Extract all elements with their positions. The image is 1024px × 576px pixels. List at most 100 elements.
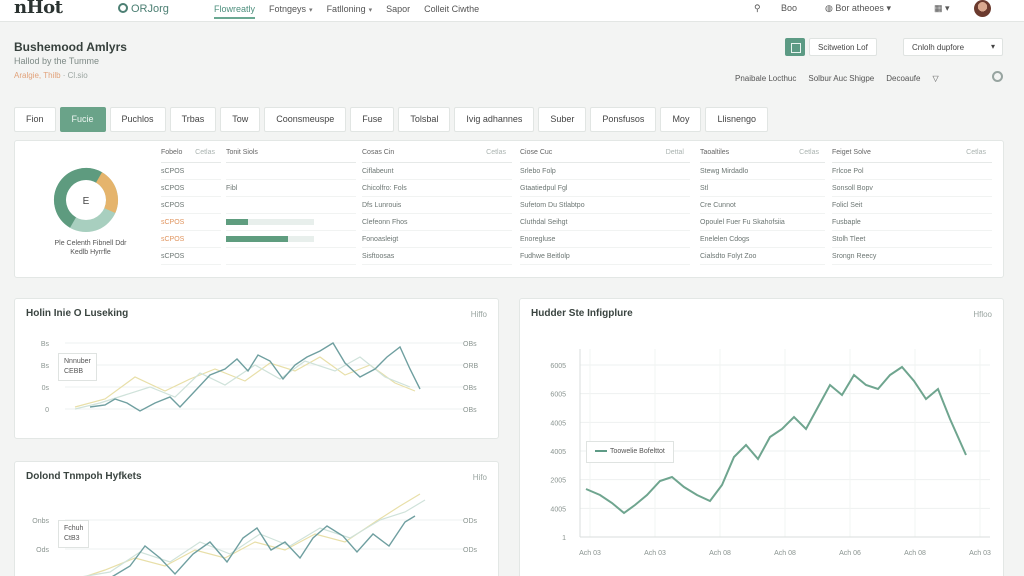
table-cell-text: sCPOS: [161, 185, 185, 192]
meta-primary: Aralgie, Thilb: [14, 71, 61, 80]
nav-item-2[interactable]: Fatlloning ▾: [327, 4, 373, 19]
pin-icon[interactable]: ⚲: [754, 3, 761, 14]
tab-8[interactable]: Ivig adhannes: [454, 107, 535, 132]
table-cell: [226, 197, 356, 214]
table-cell-text: Sufetom Du Stlabtpo: [520, 202, 585, 209]
nav-item-0[interactable]: Flowreatly: [214, 4, 256, 19]
sort-label[interactable]: Cetlas: [195, 149, 215, 162]
y-tick-label: 0: [45, 407, 49, 414]
workspace-switcher[interactable]: ORJorg: [118, 3, 169, 15]
filter-icon[interactable]: ▽: [932, 74, 938, 83]
table-cell-text: Fibl: [226, 185, 238, 192]
table-cell-text: Cialsdto Folyt Zoo: [700, 253, 757, 260]
y-tick-label: Onbs: [32, 518, 49, 525]
page-title: Bushemood Amlyrs: [14, 40, 127, 54]
y-tick-label: Bs: [41, 341, 50, 348]
table-cell: [226, 214, 356, 231]
table-cell-text: Stl: [700, 185, 709, 192]
tab-9[interactable]: Suber: [538, 107, 587, 132]
table-cell: Stl: [700, 180, 825, 197]
table-cell: [226, 231, 356, 248]
table-cell-text: Srlebo Folp: [520, 168, 556, 175]
table-header[interactable]: Feiget Solve Cetlas: [832, 149, 992, 163]
sort-label[interactable]: Dettal: [666, 149, 684, 162]
y-tick-label: 4005: [550, 420, 566, 427]
nav-item-label: Fatlloning: [326, 4, 366, 14]
sort-label[interactable]: Cetlas: [799, 149, 819, 162]
meta-secondary: Cl.sio: [67, 71, 88, 80]
header-link-2[interactable]: Decoaufe: [886, 74, 920, 83]
page-meta: Aralgie, Thilb · Cl.sio: [14, 71, 88, 80]
table-cell: Sisftoosas: [362, 248, 512, 265]
table-cell-text: Sonsoll Bopv: [832, 185, 873, 192]
tab-7[interactable]: Tolsbal: [398, 107, 451, 132]
filter-dropdown-value: Cnlolh dupfore: [912, 43, 965, 52]
tab-2[interactable]: Puchlos: [109, 107, 166, 132]
table-cell: Fonoasleigt: [362, 231, 512, 248]
table-cell: [226, 163, 356, 180]
table-cell: Folicl Seit: [832, 197, 992, 214]
tab-0[interactable]: Fion: [14, 107, 56, 132]
tab-11[interactable]: Moy: [660, 107, 702, 132]
series-line-main: [111, 515, 416, 576]
selection-field[interactable]: Scitwetion Lof: [809, 38, 877, 56]
donut-center-label: E: [83, 196, 90, 207]
nav-item-label: Flowreatly: [214, 4, 256, 14]
donut-caption: Ple Celenth Fibnell Ddr Kedlb Hyrrfle: [43, 239, 138, 257]
table-cell-text: Fudhwe Beitlolp: [520, 253, 570, 260]
y-tick-label: Bs: [41, 363, 50, 370]
sort-label[interactable]: Cetlas: [966, 149, 986, 162]
y-tick-label: 6005: [550, 392, 566, 399]
table-header[interactable]: Ciose Cuc Dettal: [520, 149, 690, 163]
tab-10[interactable]: Ponsfusos: [590, 107, 657, 132]
tab-1[interactable]: Fucie: [59, 107, 106, 132]
table-header-label: Tonit Siols: [226, 149, 258, 156]
table-cell: Clefeonn Fhos: [362, 214, 512, 231]
grid-menu[interactable]: ▦ ▾: [934, 3, 950, 14]
table-cell-text: Opoulel Fuer Fu Skahofsiia: [700, 219, 785, 226]
y-tick-label: 4005: [550, 449, 566, 456]
table-header[interactable]: Tonit Siols: [226, 149, 356, 163]
export-button[interactable]: [785, 38, 805, 56]
filter-dropdown[interactable]: Cnlolh dupfore ▾: [903, 38, 1003, 56]
nav-item-4[interactable]: Colleit Ciwthe: [424, 4, 479, 19]
x-tick-label: Ach 06: [839, 550, 861, 557]
table-header[interactable]: Cosas Cin Cetlas: [362, 149, 512, 163]
y-tick-label: 6005: [550, 363, 566, 370]
tab-12[interactable]: Llisnengo: [705, 107, 768, 132]
account-menu[interactable]: ◍ Bor atheoes ▾: [825, 3, 891, 14]
gear-icon[interactable]: [992, 71, 1003, 82]
nav-item-label: Sapor: [386, 4, 411, 14]
x-tick-label: Ach 08: [904, 550, 926, 557]
table-header-label: Fobelo: [161, 149, 183, 156]
table-cell: sCPOS: [161, 214, 221, 231]
table-cell-text: sCPOS: [161, 219, 185, 226]
tab-3[interactable]: Trbas: [169, 107, 217, 132]
legend-entry: Nnnuber: [64, 358, 91, 365]
app-logo[interactable]: nHot: [14, 0, 63, 18]
chart-card-holin: Holin Inie O Luseking Hiffo Bs OBs Bs ORB 0s…: [14, 298, 499, 439]
legend-swatch: [595, 450, 607, 453]
sort-label[interactable]: Cetlas: [486, 149, 506, 162]
nav-item-1[interactable]: Fotngeys ▾: [269, 4, 313, 19]
table-cell: Srongn Reecy: [832, 248, 992, 265]
table-cell-text: Ciflabeunt: [362, 168, 394, 175]
table-cell: Stewg Mirdadlo: [700, 163, 825, 180]
nav-item-3[interactable]: Sapor: [386, 4, 410, 19]
y-tick-label: ODs: [463, 518, 478, 525]
nav-item-label: Colleit Ciwthe: [424, 4, 480, 14]
table-column: Taoaltiles Cetlas Stewg Mirdadlo Stl Cre Cun…: [700, 149, 825, 265]
circle-icon: [118, 3, 128, 13]
chart-legend: Nnnuber CEBB: [58, 353, 97, 381]
table-header-label: Taoaltiles: [700, 149, 730, 156]
table-header[interactable]: Taoaltiles Cetlas: [700, 149, 825, 163]
table-cell: sCPOS: [161, 163, 221, 180]
tab-6[interactable]: Fuse: [350, 107, 395, 132]
header-link-1[interactable]: Solbur Auc Shigpe: [808, 74, 874, 83]
tab-5[interactable]: Coonsmeuspe: [264, 107, 347, 132]
settings-link[interactable]: Boo: [781, 3, 797, 13]
tab-4[interactable]: Tow: [220, 107, 261, 132]
header-link-0[interactable]: Pnaibale Locthuc: [735, 74, 796, 83]
avatar[interactable]: [974, 0, 991, 17]
table-header[interactable]: Fobelo Cetlas: [161, 149, 221, 163]
